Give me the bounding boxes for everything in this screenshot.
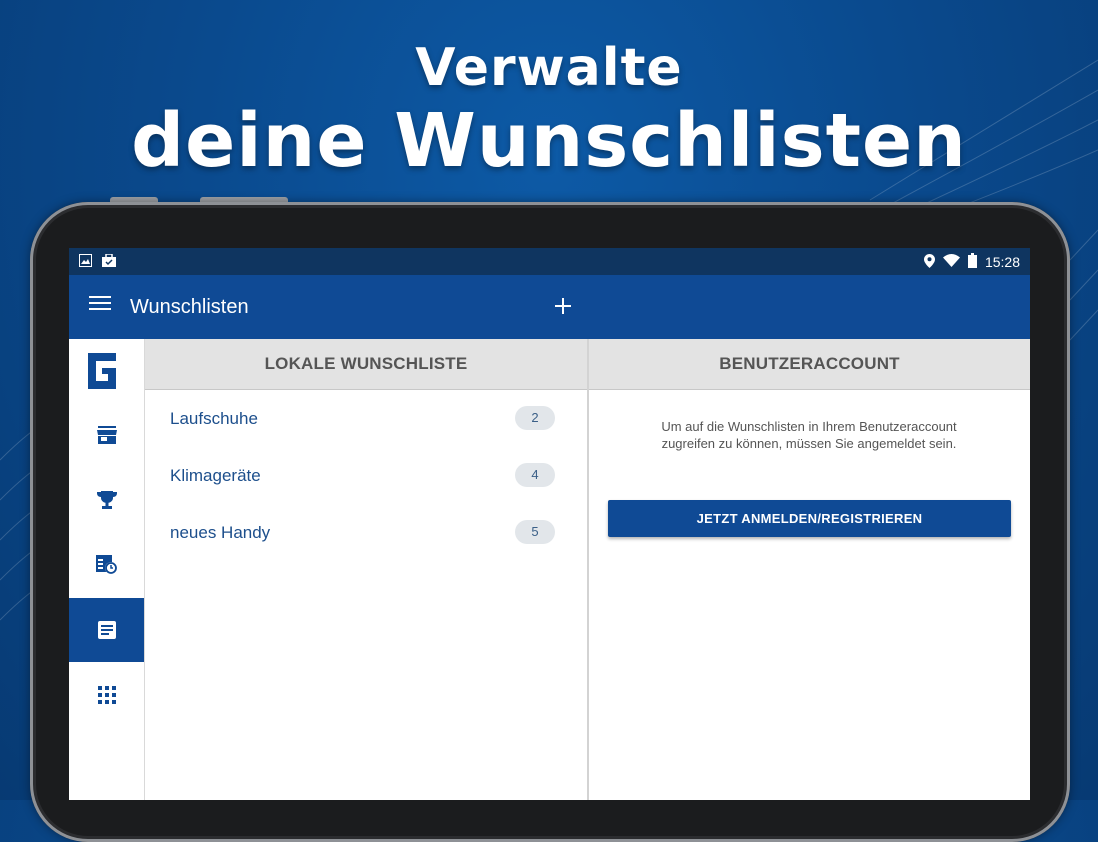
headline-line-2: deine Wunschlisten	[131, 98, 967, 184]
login-register-button[interactable]: JETZT ANMELDEN/REGISTRIEREN	[608, 500, 1011, 537]
list-item-count-badge: 2	[515, 406, 555, 430]
list-item-count-badge: 5	[515, 520, 555, 544]
page-title: Wunschlisten	[130, 296, 249, 318]
status-time: 15:28	[984, 254, 1020, 270]
apps-grid-icon[interactable]	[69, 663, 144, 727]
account-header: BENUTZERACCOUNT	[589, 339, 1030, 390]
account-message-line-1: Um auf die Wunschlisten in Ihrem Benutze…	[661, 419, 957, 434]
list-item[interactable]: neues Handy 5	[145, 504, 587, 561]
plus-icon[interactable]	[549, 289, 577, 323]
hamburger-icon[interactable]	[89, 295, 113, 319]
image-icon	[79, 254, 92, 272]
local-wishlist-header: LOKALE WUNSCHLISTE	[145, 339, 587, 390]
list-item[interactable]: Laufschuhe 2	[145, 390, 587, 447]
status-bar: 15:28	[69, 248, 1030, 275]
brand-logo[interactable]	[84, 349, 128, 393]
column-divider	[587, 339, 589, 800]
store-icon[interactable]	[69, 403, 144, 467]
app-screen: 15:28 Wunschlisten LOKALE WUNSCHLISTE BE…	[69, 248, 1030, 800]
list-item-count-badge: 4	[515, 463, 555, 487]
list-item-label: Klimageräte	[170, 466, 261, 485]
app-bar: Wunschlisten	[69, 275, 1030, 339]
account-login-message: Um auf die Wunschlisten in Ihrem Benutze…	[619, 418, 999, 452]
trophy-icon[interactable]	[69, 468, 144, 532]
location-icon	[923, 253, 935, 271]
briefcase-icon	[102, 253, 116, 272]
list-item[interactable]: Klimageräte 4	[145, 447, 587, 504]
navigation-rail	[69, 339, 145, 800]
battery-icon	[967, 253, 977, 271]
list-item-label: neues Handy	[170, 523, 271, 542]
list-item-label: Laufschuhe	[170, 409, 258, 428]
account-message-line-2: zugreifen zu können, müssen Sie angemeld…	[661, 436, 957, 451]
headline-line-1: Verwalte	[415, 38, 683, 98]
price-history-icon[interactable]	[69, 533, 144, 597]
wifi-icon	[942, 254, 960, 270]
wishlist-icon[interactable]	[69, 598, 144, 662]
